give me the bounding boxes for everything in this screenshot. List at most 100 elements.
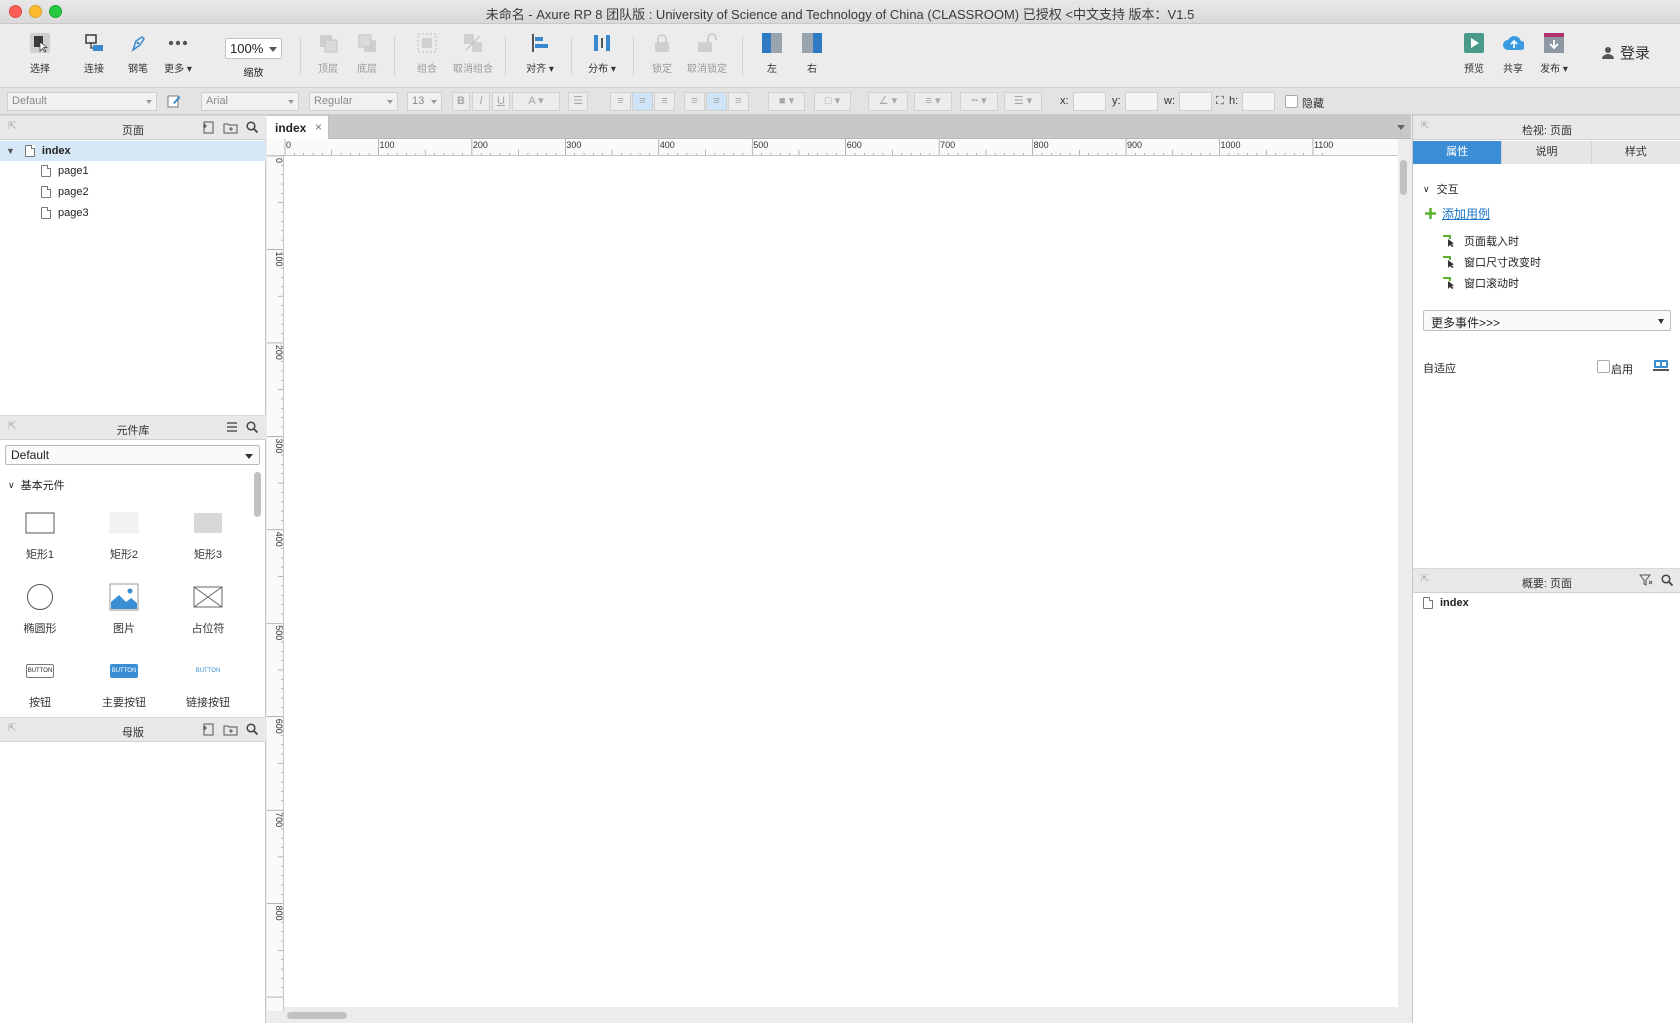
search-icon[interactable] (1661, 574, 1674, 589)
x-input[interactable] (1073, 92, 1106, 111)
search-icon[interactable] (246, 723, 259, 739)
widget-category-header[interactable]: ∨ 基本元件 (8, 477, 65, 493)
more-icon (167, 32, 189, 54)
tab-notes[interactable]: 说明 (1502, 141, 1592, 164)
tab-style[interactable]: 样式 (1591, 141, 1680, 164)
interaction-section-header[interactable]: ∨ 交互 (1423, 181, 1459, 197)
more-tools-button[interactable]: 更多 ▾ (153, 32, 203, 75)
page-tree-item-index[interactable]: ▼ index (0, 141, 266, 161)
event-window-scroll[interactable]: 窗口滚动时 (1443, 275, 1519, 291)
add-page-icon[interactable] (202, 121, 215, 137)
ungroup-button[interactable]: 取消组合 (448, 32, 498, 75)
unlock-button[interactable]: 取消锁定 (682, 32, 732, 75)
send-to-back-button[interactable]: 底层 (342, 32, 392, 75)
bold-button[interactable]: B (452, 92, 470, 111)
add-folder-icon[interactable] (223, 723, 238, 739)
valign-middle-button[interactable]: ≡ (706, 92, 727, 111)
widget-link-button[interactable]: BUTTON 链接按钮 (168, 656, 248, 710)
arrow-style-button[interactable]: ☰ ▾ (1004, 92, 1042, 111)
add-folder-icon[interactable] (223, 121, 238, 137)
w-input[interactable] (1179, 92, 1212, 111)
masters-panel-header: ⇱ 母版 (0, 717, 266, 742)
close-icon[interactable]: × (315, 120, 322, 134)
line-style-button[interactable]: ┅ ▾ (960, 92, 998, 111)
panel-right-button[interactable]: 右 (787, 32, 837, 75)
widget-rectangle2[interactable]: 矩形2 (84, 508, 164, 562)
widget-rectangle1[interactable]: 矩形1 (0, 508, 80, 562)
text-align-right-button[interactable]: ≡ (654, 92, 675, 111)
bullet-list-button[interactable]: ☰ (568, 92, 588, 111)
font-family-select[interactable]: Arial (201, 92, 299, 111)
font-color-button[interactable]: A ▾ (512, 92, 560, 111)
connect-tool-button[interactable]: 连接 (69, 32, 119, 75)
login-button[interactable]: 登录 (1602, 42, 1650, 63)
ungroup-icon (462, 32, 484, 54)
text-align-left-button[interactable]: ≡ (610, 92, 631, 111)
event-window-resize[interactable]: 窗口尺寸改变时 (1443, 254, 1541, 270)
page-tree-item-page3[interactable]: page3 (0, 203, 266, 223)
inspector-header: ⇱ 检视: 页面 (1413, 115, 1680, 140)
filter-icon[interactable] (1638, 574, 1653, 589)
distribute-button[interactable]: 分布 ▾ (577, 32, 627, 75)
widget-ellipse[interactable]: 椭圆形 (0, 582, 80, 636)
valign-top-button[interactable]: ≡ (684, 92, 705, 111)
adaptive-views-icon[interactable] (1653, 359, 1669, 374)
page-tree-item-page1[interactable]: page1 (0, 161, 266, 181)
page-tree-item-page2[interactable]: page2 (0, 182, 266, 202)
align-button[interactable]: 对齐 ▾ (515, 32, 565, 75)
select-label: 选择 (30, 64, 50, 75)
group-button[interactable]: 组合 (402, 32, 452, 75)
y-input[interactable] (1125, 92, 1158, 111)
edit-style-icon[interactable] (167, 94, 181, 111)
fill-color-button[interactable]: ■ ▾ (768, 92, 805, 111)
library-scrollbar[interactable] (254, 472, 261, 517)
tab-list-dropdown-icon[interactable] (1397, 125, 1405, 130)
select-tool-button[interactable]: 选择 (15, 32, 65, 75)
style-select[interactable]: Default (7, 92, 157, 111)
expand-triangle-icon[interactable]: ▼ (6, 146, 15, 156)
tab-index[interactable]: index × (267, 116, 329, 139)
main-toolbar: 选择 连接 钢笔 更多 ▾ 100% 缩放 顶层 底层 组合 取消组合 对齐 ▾… (0, 24, 1680, 87)
hidden-checkbox[interactable] (1285, 95, 1298, 108)
underline-button[interactable]: U (492, 92, 510, 111)
search-icon[interactable] (246, 121, 259, 137)
menu-icon[interactable] (226, 421, 238, 436)
widget-button[interactable]: BUTTON 按钮 (0, 656, 80, 710)
font-weight-select[interactable]: Regular (309, 92, 398, 111)
line-width-button[interactable]: ≡ ▾ (914, 92, 952, 111)
tab-properties[interactable]: 属性 (1413, 141, 1503, 164)
widget-rectangle3[interactable]: 矩形3 (168, 508, 248, 562)
left-pane: ⇱ 页面 ▼ index page1 page2 page3 ⇱ 元件库 Def… (0, 115, 266, 1023)
add-case-link[interactable]: 添加用例 (1425, 205, 1490, 222)
event-page-load[interactable]: 页面载入时 (1443, 233, 1519, 249)
link-button-preview-text: BUTTON (195, 668, 221, 674)
outline-item-index[interactable]: index (1423, 597, 1469, 609)
font-size-select[interactable]: 13 (407, 92, 442, 111)
event-label: 窗口尺寸改变时 (1464, 257, 1541, 269)
design-canvas[interactable] (284, 156, 1398, 1007)
widget-primary-button[interactable]: BUTTON 主要按钮 (84, 656, 164, 710)
publish-button[interactable]: 发布 ▾ (1529, 32, 1579, 75)
zoom-select[interactable]: 100% (225, 38, 282, 59)
h-input[interactable] (1242, 92, 1275, 111)
lock-button[interactable]: 锁定 (637, 32, 687, 75)
toolbar-divider (742, 36, 743, 76)
text-align-center-button[interactable]: ≡ (632, 92, 653, 111)
cloud-upload-icon (1502, 32, 1524, 54)
widget-image[interactable]: 图片 (84, 582, 164, 636)
italic-button[interactable]: I (472, 92, 490, 111)
search-icon[interactable] (246, 421, 259, 436)
aspect-lock-icon[interactable]: ⛶ (1216, 95, 1224, 108)
ruler-h-label: 700 (940, 140, 955, 150)
inspector-pane: ⇱ 检视: 页面 属性 说明 样式 ∨ 交互 添加用例 页面载入时 窗口尺寸改变… (1412, 115, 1680, 1023)
line-color-button[interactable]: ∠ ▾ (868, 92, 908, 111)
canvas-horizontal-scrollbar[interactable] (287, 1012, 347, 1019)
shadow-button[interactable]: □ ▾ (814, 92, 851, 111)
adaptive-enable-checkbox[interactable] (1597, 360, 1610, 373)
widget-placeholder[interactable]: 占位符 (168, 582, 248, 636)
valign-bottom-button[interactable]: ≡ (728, 92, 749, 111)
add-master-icon[interactable] (202, 723, 215, 739)
more-events-select[interactable]: 更多事件>>> (1423, 310, 1671, 331)
library-select[interactable]: Default (5, 445, 260, 465)
canvas-vertical-scrollbar[interactable] (1400, 160, 1407, 195)
